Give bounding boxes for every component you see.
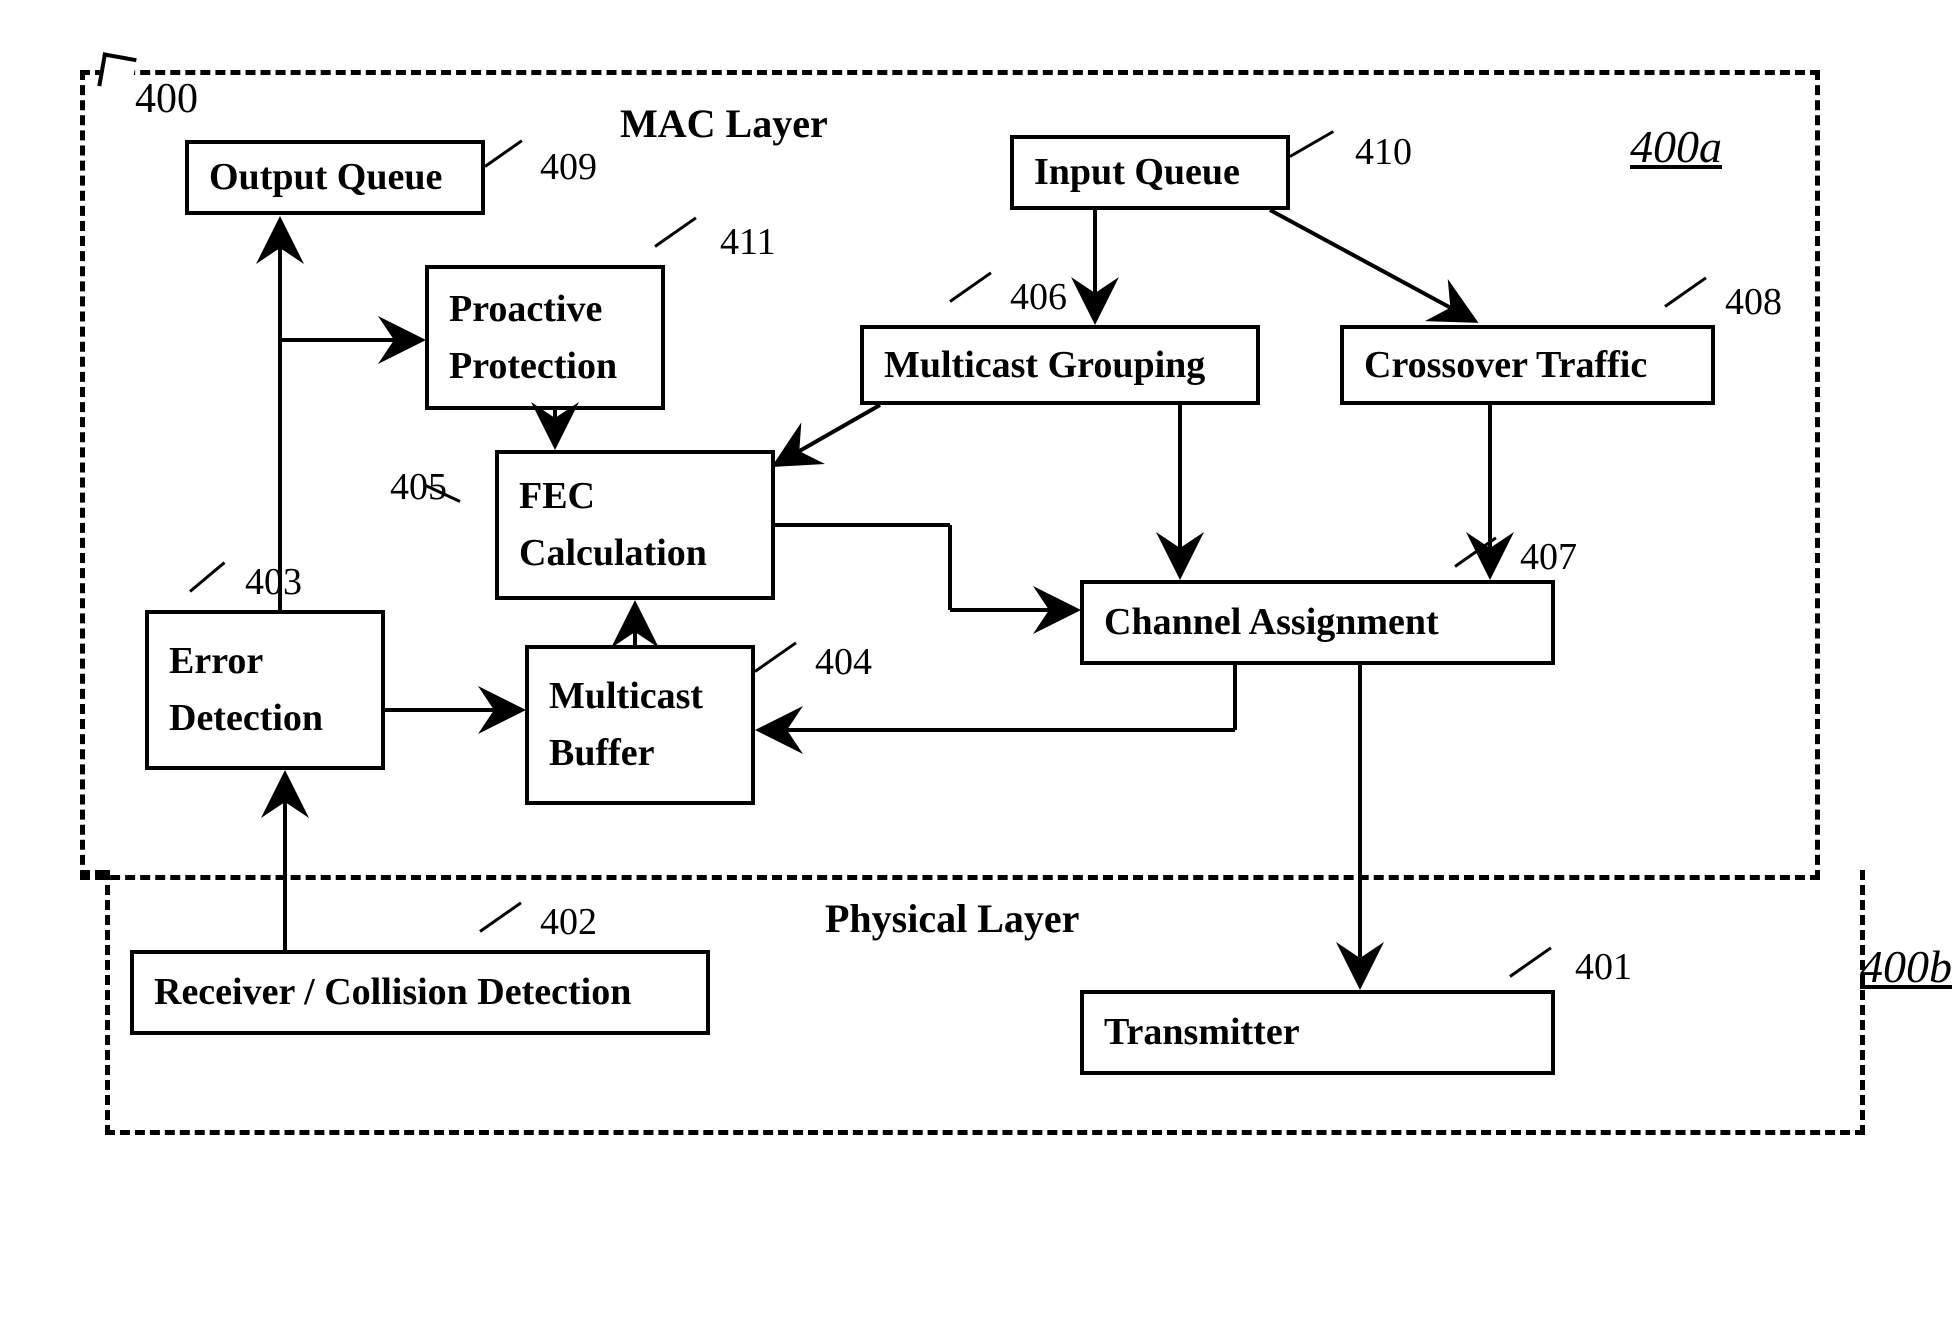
proactive-l2: Protection [449,338,641,395]
multicast-grouping-label: Multicast Grouping [884,337,1236,394]
box-transmitter: Transmitter [1080,990,1555,1075]
mac-layer-title: MAC Layer [620,100,828,147]
input-queue-label: Input Queue [1034,144,1266,201]
crossover-traffic-label: Crossover Traffic [1364,337,1691,394]
box-fec-calculation: FEC Calculation [495,450,775,600]
physical-layer-notch [80,870,105,875]
box-crossover-traffic: Crossover Traffic [1340,325,1715,405]
corner-notch [97,52,136,91]
box-proactive-protection: Proactive Protection [425,265,665,410]
box-multicast-buffer: Multicast Buffer [525,645,755,805]
box-multicast-grouping: Multicast Grouping [860,325,1260,405]
ref-405: 405 [390,465,447,509]
transmitter-label: Transmitter [1104,1004,1531,1061]
box-channel-assignment: Channel Assignment [1080,580,1555,665]
box-receiver-collision: Receiver / Collision Detection [130,950,710,1035]
channel-assignment-label: Channel Assignment [1104,594,1531,651]
box-input-queue: Input Queue [1010,135,1290,210]
ref-403: 403 [245,560,302,604]
ref-401: 401 [1575,945,1632,989]
receiver-collision-label: Receiver / Collision Detection [154,964,686,1021]
ref-406: 406 [1010,275,1067,319]
physical-layer-title: Physical Layer [825,895,1079,942]
mbuf-l1: Multicast [549,668,731,725]
mbuf-l2: Buffer [549,725,731,782]
ref-410: 410 [1355,130,1412,174]
proactive-l1: Proactive [449,281,641,338]
ref-411: 411 [720,220,776,264]
ref-409: 409 [540,145,597,189]
fec-l1: FEC [519,468,751,525]
ref-400a: 400a [1630,120,1722,173]
diagram-container: 400 MAC Layer 400a Physical Layer 400b O… [80,70,1880,1170]
box-error-detection: Error Detection [145,610,385,770]
output-queue-label: Output Queue [209,149,461,206]
ref-404: 404 [815,640,872,684]
error-l2: Detection [169,690,361,747]
ref-407: 407 [1520,535,1577,579]
box-output-queue: Output Queue [185,140,485,215]
ref-400: 400 [135,75,198,123]
ref-400b: 400b [1860,940,1952,993]
fec-l2: Calculation [519,525,751,582]
ref-408: 408 [1725,280,1782,324]
error-l1: Error [169,633,361,690]
ref-402: 402 [540,900,597,944]
